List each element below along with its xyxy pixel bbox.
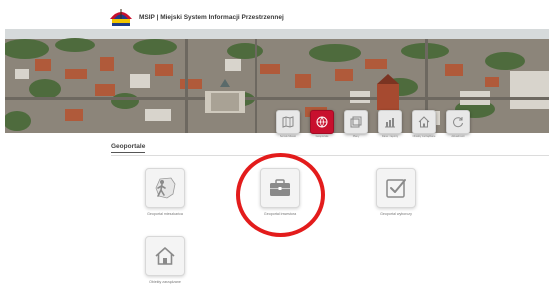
refresh-icon [453, 117, 463, 128]
card-geoportal-mieszkanca[interactable]: Geoportal mieszkańca [133, 168, 197, 228]
card-label: Obiekty zarządzane [149, 280, 181, 284]
tool-geoportale[interactable]: Geoportale [308, 110, 336, 148]
tool-obiekty-zarzadzane[interactable]: Obiekty zarządzane [410, 110, 438, 148]
page-header: MSIP | Miejski System Informacji Przestr… [0, 0, 549, 30]
tool-label: Obiekty zarządzane [412, 135, 436, 138]
card-label: Geoportal mieszkańca [147, 212, 183, 216]
resident-walking-map-icon [155, 177, 176, 199]
card-geoportal-wyborczy[interactable]: Geoportal wyborczy [364, 168, 428, 228]
tool-row: Serwis Miasto Geoportale Plany Dane i ra… [270, 110, 470, 150]
tool-label: Dane i raporty [381, 135, 399, 138]
bar-chart-icon [385, 118, 395, 128]
tool-aktualnosci[interactable]: Aktualności [444, 110, 472, 148]
card-obiekty-zarzadzane[interactable]: Obiekty zarządzane [133, 236, 197, 289]
tool-label: Plany [352, 135, 360, 138]
tool-plany[interactable]: Plany [342, 110, 370, 148]
tool-label: Serwis Miasto [279, 135, 297, 138]
card-label: Geoportal inwestora [263, 212, 297, 216]
globe-icon [316, 116, 328, 128]
city-logo[interactable] [108, 7, 134, 29]
house-icon [155, 247, 175, 265]
card-geoportal-inwestora[interactable]: Geoportal inwestora [248, 168, 312, 228]
tool-label: Aktualności [451, 135, 465, 138]
section-title: Geoportale [111, 143, 146, 150]
map-icon [282, 116, 294, 128]
tool-dane-i-raporty[interactable]: Dane i raporty [376, 110, 404, 148]
app-title: MSIP | Miejski System Informacji Przestr… [139, 14, 284, 21]
briefcase-icon [270, 179, 290, 196]
section-divider [111, 155, 549, 156]
section-underline [111, 152, 145, 153]
card-label: Geoportal wyborczy [380, 212, 412, 216]
ballot-check-icon [386, 179, 406, 198]
house-icon [418, 116, 430, 128]
layers-icon [350, 116, 362, 128]
tool-label: Geoportale [315, 135, 329, 138]
tool-serwis-miasto[interactable]: Serwis Miasto [274, 110, 302, 148]
